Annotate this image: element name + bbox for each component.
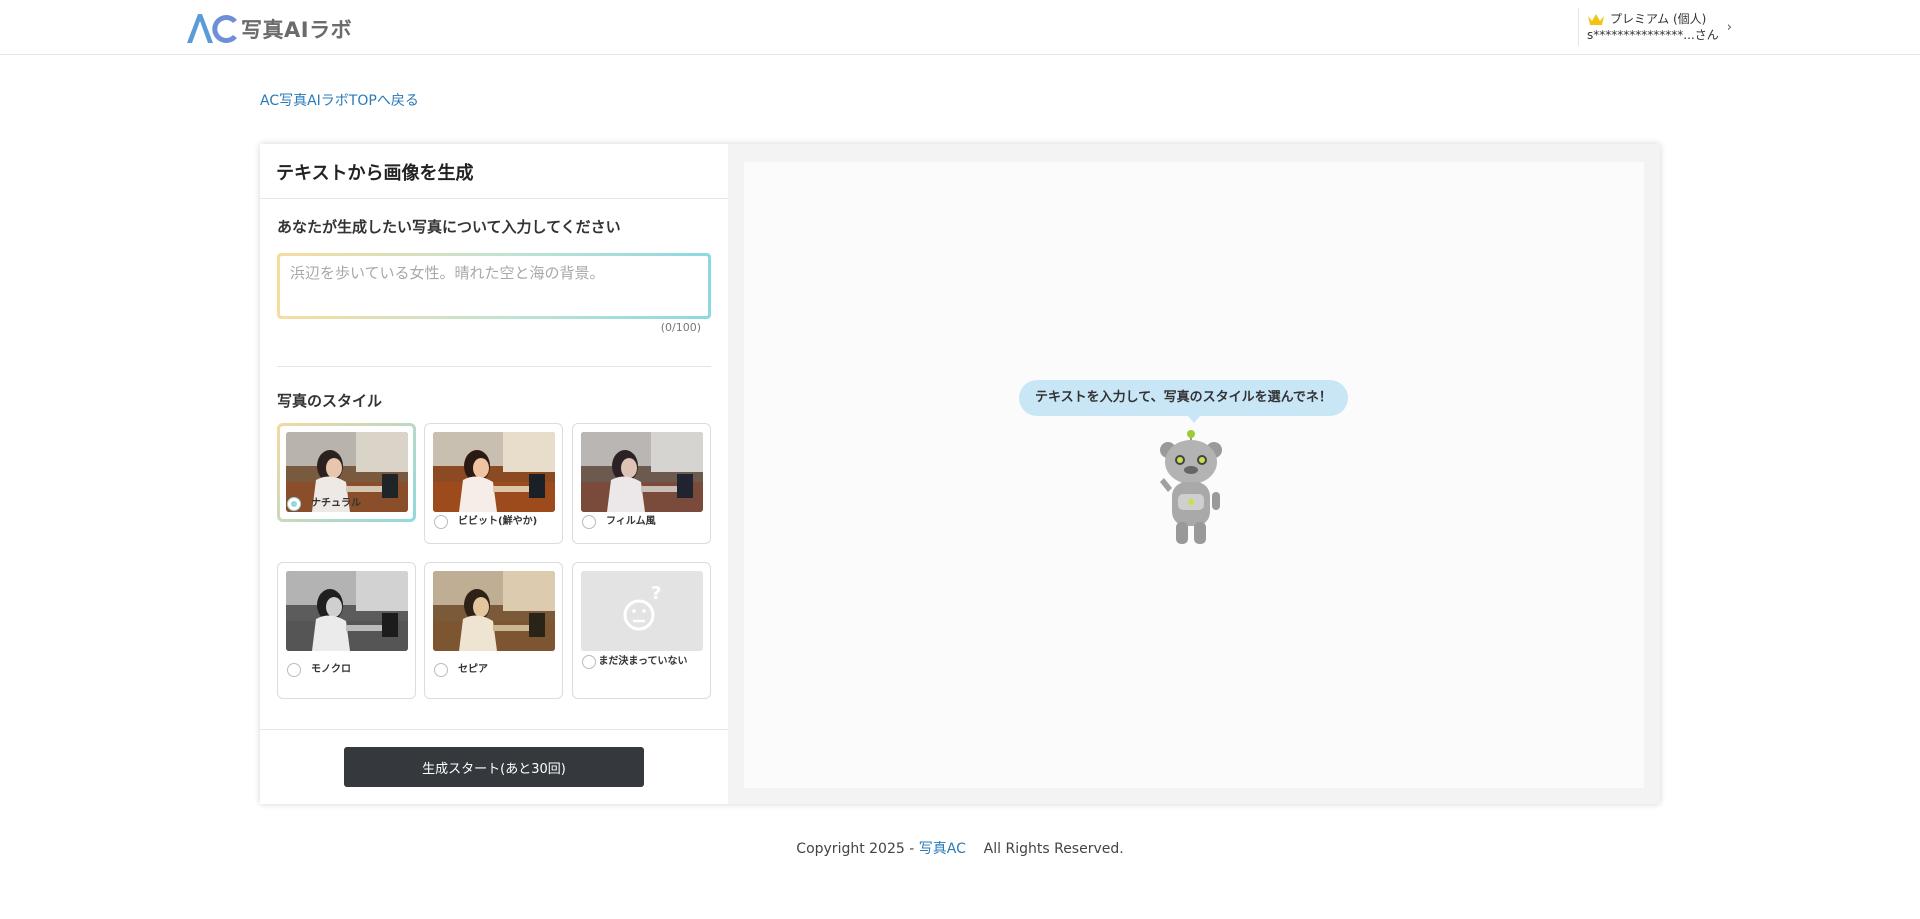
radio-button[interactable] xyxy=(434,515,448,529)
chevron-right-icon: › xyxy=(1726,19,1732,35)
generator-card: テキストから画像を生成 あなたが生成したい写真について入力してください (0/1… xyxy=(260,144,1660,804)
footer-link[interactable]: 写真AC xyxy=(919,841,966,857)
style-option-film[interactable]: フィルム風 xyxy=(572,423,711,544)
style-thumbnail xyxy=(286,571,408,651)
style-thumbnail: ? xyxy=(581,571,703,651)
style-option-vivid[interactable]: ビビット(鮮やか) xyxy=(424,423,563,544)
ac-logo-icon xyxy=(187,14,237,44)
radio-button[interactable] xyxy=(287,497,301,511)
crown-icon xyxy=(1588,13,1604,25)
prompt-input[interactable] xyxy=(280,256,708,316)
style-name: ナチュラル xyxy=(311,498,361,509)
action-bar: 生成スタート(あと30回) xyxy=(260,729,728,804)
svg-text:?: ? xyxy=(651,583,661,604)
hint-bubble: テキストを入力して、写真のスタイルを選んでネ！ xyxy=(1019,380,1348,423)
preview-area: テキストを入力して、写真のスタイルを選んでネ！ xyxy=(744,162,1644,788)
radio-button[interactable] xyxy=(582,515,596,529)
style-option-sepia[interactable]: セピア xyxy=(424,562,563,699)
footer: Copyright 2025 - 写真AC All Rights Reserve… xyxy=(0,838,1920,858)
radio-button[interactable] xyxy=(434,663,448,677)
prompt-field-frame xyxy=(277,253,711,319)
user-name: s***************...さん xyxy=(1587,28,1719,42)
divider xyxy=(277,366,711,367)
panel-title: テキストから画像を生成 xyxy=(260,144,728,199)
plan-label: プレミアム (個人) xyxy=(1610,12,1707,26)
prompt-label: あなたが生成したい写真について入力してください xyxy=(277,218,621,236)
style-name: まだ決まっていない xyxy=(598,656,688,667)
style-name: ビビット(鮮やか) xyxy=(458,516,538,527)
style-option-mono[interactable]: モノクロ xyxy=(277,562,416,699)
style-thumbnail xyxy=(581,432,703,512)
header: 写真AIラボ プレミアム (個人) s***************...さん … xyxy=(0,0,1920,55)
style-option-natural[interactable]: ナチュラル xyxy=(277,423,416,522)
style-thumbnail xyxy=(433,571,555,651)
char-counter: (0/100) xyxy=(660,321,701,334)
account-menu[interactable]: プレミアム (個人) s***************...さん › xyxy=(1578,8,1732,46)
style-name: フィルム風 xyxy=(606,516,656,527)
robot-bear-mascot-icon xyxy=(1160,430,1222,544)
radio-button[interactable] xyxy=(582,655,596,669)
back-to-top-link[interactable]: AC写真AIラボTOPへ戻る xyxy=(260,90,419,110)
style-label: 写真のスタイル xyxy=(277,392,383,410)
style-thumbnail xyxy=(433,432,555,512)
radio-button[interactable] xyxy=(287,663,301,677)
input-panel: テキストから画像を生成 あなたが生成したい写真について入力してください (0/1… xyxy=(260,144,728,804)
style-option-undecided[interactable]: ? まだ決まっていない xyxy=(572,562,711,699)
style-name: セピア xyxy=(458,664,488,675)
logo[interactable]: 写真AIラボ xyxy=(185,9,352,45)
copyright-prefix: Copyright 2025 - xyxy=(796,841,919,857)
style-name: モノクロ xyxy=(311,664,351,675)
generate-button[interactable]: 生成スタート(あと30回) xyxy=(344,747,644,787)
copyright-suffix: All Rights Reserved. xyxy=(983,841,1124,857)
logo-text: 写真AIラボ xyxy=(241,18,353,42)
